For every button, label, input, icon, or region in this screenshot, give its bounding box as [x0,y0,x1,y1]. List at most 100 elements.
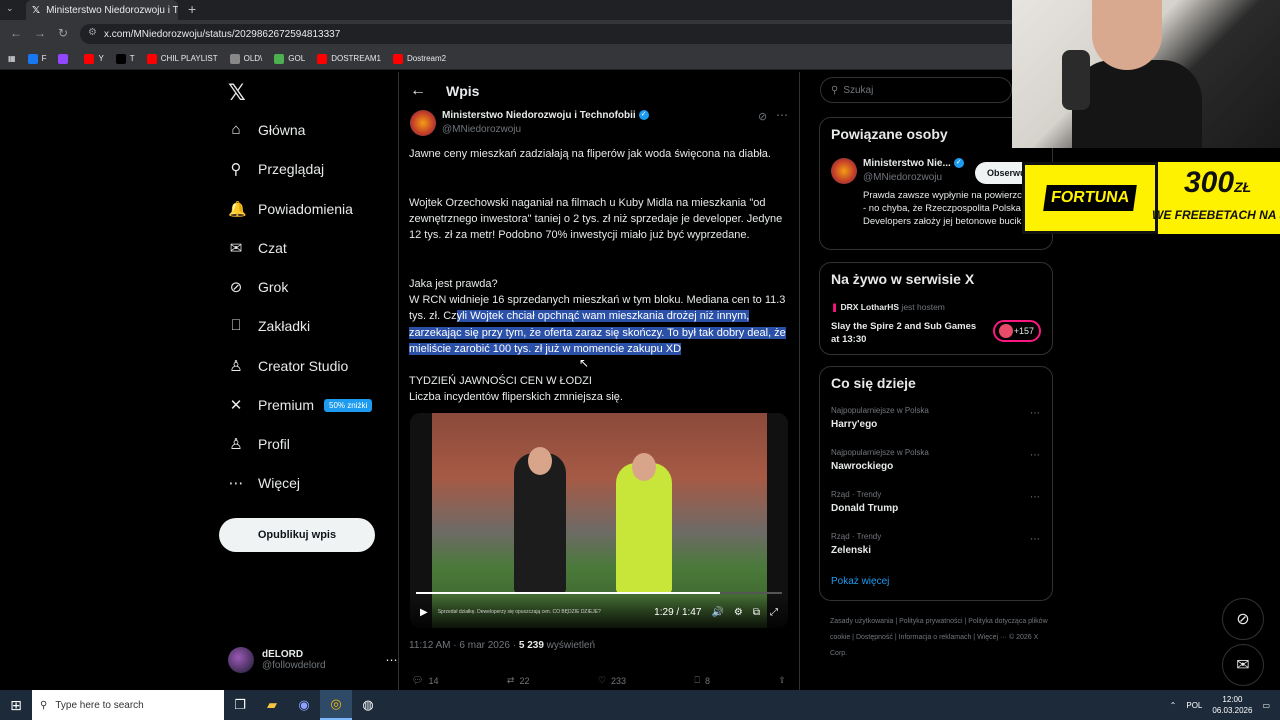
bookmark-item[interactable]: OLD\ [229,53,262,64]
reply-count: 14 [428,675,439,686]
file-explorer-icon[interactable]: ▰ [256,690,288,720]
taskbar-search[interactable]: ⚲ Type here to search [32,690,224,720]
bookmark-favicon-icon [146,53,157,64]
home-icon: ⌂ [231,121,241,138]
selected-text: yli Wojtek chciał opchnąć wam mieszkania… [409,310,786,355]
miniplayer-icon[interactable]: ⧉ [753,607,760,618]
more-icon: ⋯ [228,475,244,492]
author-handle[interactable]: @MNiedorozwoju [442,124,521,135]
footer-links[interactable]: Zasady użytkowania | Polityka prywatnośc… [830,614,1052,662]
bookmark-item[interactable]: Dostream2 [392,53,446,64]
bookmark-item[interactable]: CHIL PLAYLIST [146,53,218,64]
sidebar-item-przeglądaj[interactable]: ⚲ Przeglądaj [228,160,325,178]
live-listeners[interactable]: +157 [993,320,1041,342]
sidebar-item-label: Creator Studio [258,358,349,374]
trend-name[interactable]: Nawrockiego [831,461,893,472]
related-person-avatar[interactable] [831,158,857,184]
repost-button[interactable]: ⇄ 22 [507,675,530,686]
account-more-icon[interactable]: ⋯ [386,653,398,667]
bookmark-item[interactable]: F [27,53,46,64]
browser-tab[interactable]: 𝕏 Ministerstwo Niedorozwoju i Te ✕ [26,0,178,20]
trend-category: Najpopularniejsze w Polska [831,406,929,415]
sidebar-item-grok[interactable]: ⊘ Grok [228,278,289,296]
sidebar-item-powiadomienia[interactable]: 🔔 Powiadomienia [228,200,353,218]
bookmark-icon: ⎕ [231,317,241,334]
bookmark-item[interactable]: T [115,53,135,64]
address-bar[interactable]: ⚙ x.com/MNiedorozwoju/status/20298626725… [80,24,1020,44]
forward-nav-icon[interactable]: → [34,26,46,40]
x-logo-icon[interactable]: 𝕏 [228,80,246,106]
obs-icon[interactable]: ◍ [352,690,384,720]
trends-card: Co się dzieje [819,366,1053,601]
show-more-link[interactable]: Pokaż więcej [831,576,889,587]
related-person-name[interactable]: Ministerstwo Nie... ✓ [863,158,964,169]
bookmark-button[interactable]: ⎕ 8 [695,675,710,686]
trend-name[interactable]: Donald Trump [831,503,898,514]
post-more-icon[interactable]: ⋯ [776,108,788,122]
reply-button[interactable]: 💬︎ 14 [412,675,438,686]
live-host-suffix: jest hostem [899,302,945,312]
tray-chevron-icon[interactable]: ⌃ [1170,701,1177,710]
messages-float-button[interactable]: ✉ [1222,644,1264,686]
repost-icon: ⇄ [506,675,515,685]
trend-more-icon[interactable]: ⋯ [1030,534,1040,545]
back-arrow-icon[interactable]: ← [410,82,426,100]
sidebar-item-więcej[interactable]: ⋯ Więcej [228,474,301,492]
notifications-icon[interactable]: ▭ [1262,701,1270,710]
sidebar-item-premium[interactable]: ✕ Premium 50% zniżki [228,396,373,414]
clock[interactable]: 12:00 06.03.2026 [1212,694,1252,716]
related-person-bio: Prawda zawsze wypłynie na powierzchnię -… [863,190,1040,227]
video-progress-bar[interactable] [416,592,782,594]
play-icon[interactable]: ▶ [420,607,428,618]
search-input[interactable]: ⚲ Szukaj [820,77,1012,103]
grok-float-button[interactable]: ⊘ [1222,598,1264,640]
reload-icon[interactable]: ↻ [58,26,68,40]
windows-start-icon[interactable]: ⊞ [0,697,32,714]
trend-more-icon[interactable]: ⋯ [1030,450,1040,461]
site-info-icon[interactable]: ⚙ [88,27,97,38]
post-timestamp[interactable]: 11:12 AM · 6 mar 2026 · [409,640,519,651]
related-people-title: Powiązane osoby [831,126,948,142]
task-view-icon[interactable]: ❐ [224,690,256,720]
mail-icon: ✉ [229,240,243,257]
bookmark-item[interactable]: Y [84,53,104,64]
sidebar-item-czat[interactable]: ✉ Czat [228,239,287,257]
apps-icon[interactable]: ▦ [8,54,16,63]
settings-icon[interactable]: ⚙ [734,607,743,618]
account-switcher[interactable]: dELORD @followdelord ⋯ [228,647,398,673]
author-name[interactable]: Ministerstwo Niedorozwoju i Technofobii ✓ [442,110,649,121]
volume-icon[interactable]: 🔊 [711,607,723,618]
sidebar-item-główna[interactable]: ⌂ Główna [228,121,305,138]
trend-name[interactable]: Zelenski [831,545,871,556]
share-button[interactable]: ⇪ [778,675,786,686]
author-avatar[interactable] [410,110,436,136]
discord-icon[interactable]: ◉ [288,690,320,720]
trend-more-icon[interactable]: ⋯ [1030,408,1040,419]
live-title[interactable]: Slay the Spire 2 and Sub Games at 13:30 [831,320,981,346]
language-indicator[interactable]: POL [1186,701,1202,710]
new-tab-icon[interactable]: + [188,1,196,17]
back-nav-icon[interactable]: ← [10,26,22,40]
bookmark-item[interactable] [58,53,72,64]
tab-list-icon[interactable]: ⌄ [6,3,14,14]
bookmark-item[interactable]: GOL [274,53,305,64]
grok-explain-icon[interactable]: ⊘ [758,110,767,123]
live-host[interactable]: ❚ DRX LotharHS jest hostem [831,302,945,313]
trend-category: Rząd · Trendy [831,532,882,541]
sidebar-item-label: Premium [258,397,315,413]
related-person-handle[interactable]: @MNiedorozwoju [863,172,942,183]
bookmark-item[interactable]: DOSTREAM1 [317,53,381,64]
fullscreen-icon[interactable]: ⤢ [770,607,778,618]
sidebar-item-zakładki[interactable]: ⎕ Zakładki [228,317,310,334]
trend-name[interactable]: Harry'ego [831,419,877,430]
bookmark-favicon-icon [27,53,38,64]
sidebar-item-label: Więcej [258,475,301,491]
trend-more-icon[interactable]: ⋯ [1030,492,1040,503]
publish-post-button[interactable]: Opublikuj wpis [219,518,375,552]
sidebar-item-profil[interactable]: ♙ Profil [228,435,290,453]
video-player[interactable]: ▶ Sprzedał działkę. Deweloperzy się opus… [410,413,788,628]
like-button[interactable]: ♡ 233 [598,675,626,686]
chrome-icon[interactable]: ◎ [320,690,352,720]
premium-discount-badge: 50% zniżki [324,398,373,412]
sidebar-item-creator-studio[interactable]: ♙ Creator Studio [228,357,348,375]
